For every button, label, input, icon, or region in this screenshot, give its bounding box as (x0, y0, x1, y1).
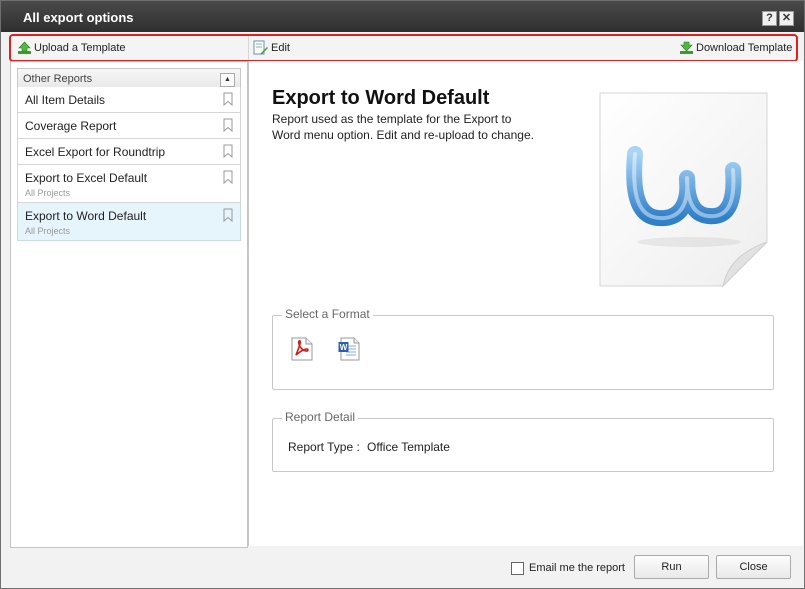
bookmark-icon[interactable] (223, 144, 233, 158)
report-item-export-word-default[interactable]: Export to Word Default All Projects (17, 203, 241, 241)
report-item-label: Export to Word Default (25, 209, 147, 223)
email-checkbox-label[interactable]: Email me the report (529, 562, 625, 574)
report-list: All Item Details Coverage Report Excel E… (17, 87, 241, 241)
close-icon[interactable]: ✕ (779, 11, 794, 26)
report-title: Export to Word Default (272, 87, 490, 109)
upload-template-label: Upload a Template (34, 42, 126, 54)
collapse-icon[interactable]: ▲ (220, 73, 235, 87)
edit-icon (253, 40, 268, 55)
report-list-panel: Other Reports ▲ All Item Details Coverag… (10, 61, 248, 548)
report-item-scope: All Projects (25, 188, 71, 198)
report-type-label: Report Type : (288, 440, 360, 454)
help-icon[interactable]: ? (762, 11, 777, 26)
report-detail-panel: Export to Word Default Report used as th… (248, 61, 803, 546)
bookmark-icon[interactable] (223, 170, 233, 184)
report-item-all-item-details[interactable]: All Item Details (17, 87, 241, 113)
list-header-label: Other Reports (23, 73, 93, 85)
report-item-label: All Item Details (25, 93, 106, 107)
export-dialog: All export options ? ✕ Upload a Template… (0, 0, 805, 589)
report-item-label: Export to Excel Default (25, 171, 148, 185)
report-type-value: Office Template (367, 440, 450, 454)
bookmark-icon[interactable] (223, 208, 233, 222)
report-detail-fieldset: Report Detail Report Type : Office Templ… (272, 410, 774, 472)
title-bar: All export options ? ✕ (1, 1, 804, 32)
edit-label: Edit (271, 42, 290, 54)
dialog-title: All export options (23, 10, 134, 25)
upload-icon (18, 41, 31, 54)
report-item-label: Excel Export for Roundtrip (25, 145, 166, 159)
bookmark-icon[interactable] (223, 118, 233, 132)
report-item-excel-roundtrip[interactable]: Excel Export for Roundtrip (17, 139, 241, 165)
report-item-export-excel-default[interactable]: Export to Excel Default All Projects (17, 165, 241, 203)
toolbar-divider (248, 36, 249, 60)
download-template-label: Download Template (696, 42, 793, 54)
email-checkbox[interactable] (511, 562, 524, 575)
pdf-icon[interactable] (291, 337, 313, 361)
bookmark-icon[interactable] (223, 92, 233, 106)
toolbar: Upload a Template Edit Download Template (9, 34, 798, 62)
word-document-preview-icon (599, 92, 768, 288)
format-legend: Select a Format (282, 307, 373, 321)
format-fieldset: Select a Format W (272, 307, 774, 390)
download-icon (680, 41, 693, 54)
report-item-coverage-report[interactable]: Coverage Report (17, 113, 241, 139)
report-detail-legend: Report Detail (282, 410, 359, 424)
report-item-scope: All Projects (25, 226, 71, 236)
report-item-label: Coverage Report (25, 119, 117, 133)
run-button[interactable]: Run (634, 555, 709, 579)
svg-text:W: W (340, 343, 348, 352)
close-button[interactable]: Close (716, 555, 791, 579)
report-description: Report used as the template for the Expo… (272, 112, 534, 142)
word-icon[interactable]: W (338, 337, 360, 361)
